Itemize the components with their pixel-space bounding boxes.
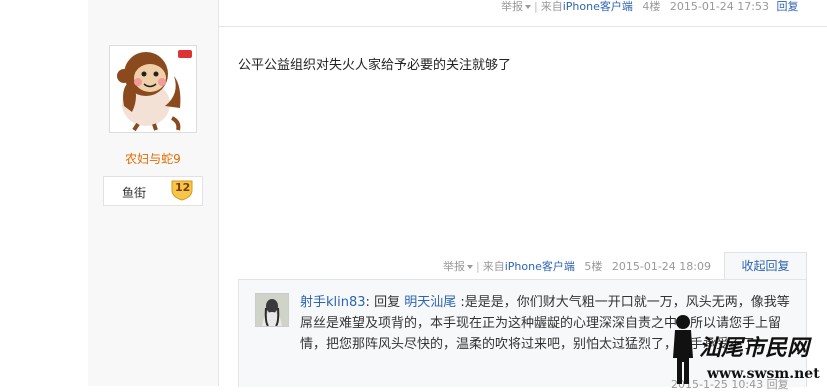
post-content: 公平公益组织对失火人家给予必要的关注就够了 (238, 58, 512, 73)
avatar[interactable] (109, 45, 197, 133)
source-label: 来自 (482, 260, 505, 273)
floor4-meta: 举报 | 来自iPhone客户端 4楼 2015-01-24 17:53 回复 (501, 0, 799, 13)
chevron-down-icon (525, 5, 531, 9)
site-watermark: 汕尾市民网 www.swsm.net (661, 314, 821, 386)
report-link[interactable]: 举报 (501, 0, 523, 13)
reply-colon: : (365, 295, 375, 310)
post-time: 2015-01-24 17:53 (669, 0, 769, 13)
reply-avatar[interactable] (255, 293, 289, 327)
level-number: 12 (175, 181, 191, 194)
client-link[interactable]: iPhone客户端 (505, 260, 575, 273)
client-link[interactable]: iPhone客户端 (563, 0, 633, 13)
watermark-url: www.swsm.net (707, 366, 820, 382)
floor5-meta: 举报 | 来自iPhone客户端 5楼 2015-01-24 18:09 (443, 260, 711, 273)
badge-label: 鱼街 (122, 186, 147, 200)
reply-username[interactable]: 射手klin83 (300, 295, 366, 310)
reply-target-user[interactable]: 明天汕尾 (404, 295, 456, 310)
member-badge[interactable]: 鱼街 12 (103, 176, 203, 206)
chevron-down-icon (467, 265, 473, 269)
user-photo-icon (256, 294, 288, 326)
watermark-title: 汕尾市民网 (699, 335, 810, 361)
author-name[interactable]: 农妇与蛇9 (88, 150, 218, 167)
floor-number: 4楼 (642, 0, 661, 13)
collapse-replies-button[interactable]: 收起回复 (724, 252, 807, 280)
reply-word: 回复 (374, 295, 401, 310)
reply-link[interactable]: 回复 (776, 0, 798, 13)
monkey-avatar-icon (117, 50, 192, 132)
post-time: 2015-01-24 18:09 (611, 260, 711, 273)
source-label: 来自 (540, 0, 563, 13)
report-link[interactable]: 举报 (443, 260, 465, 273)
floor-number: 5楼 (584, 260, 603, 273)
